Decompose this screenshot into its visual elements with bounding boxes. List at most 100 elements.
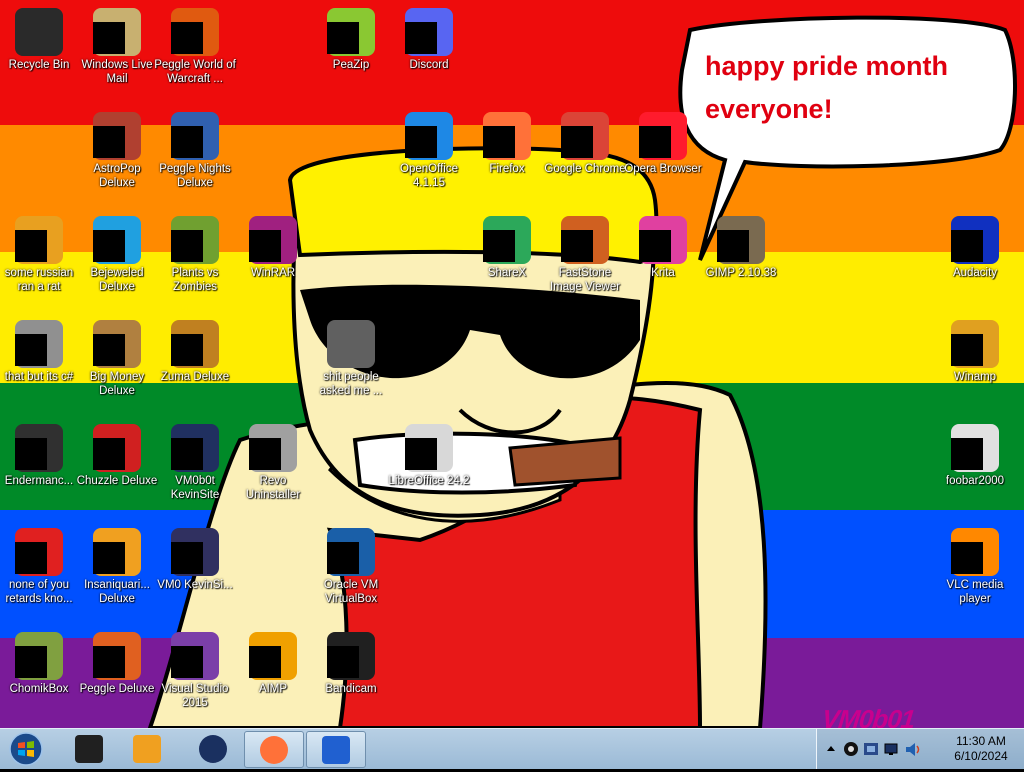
desktop-icon[interactable]: Revo Uninstaller	[231, 424, 315, 502]
desktop-icon[interactable]: Peggle Deluxe	[75, 632, 159, 696]
redaction-box	[951, 438, 983, 470]
redaction-box	[15, 542, 47, 574]
redaction-box	[171, 126, 203, 158]
desktop-icon[interactable]: that but its c#	[0, 320, 81, 384]
windows-start-icon	[9, 732, 43, 766]
revo-icon	[249, 424, 297, 472]
redaction-box	[15, 646, 47, 678]
desktop-icon[interactable]: Windows Live Mail	[75, 8, 159, 86]
tray-disc-icon[interactable]	[843, 741, 859, 757]
desktop-icon[interactable]: Bejeweled Deluxe	[75, 216, 159, 294]
app-icon	[15, 424, 63, 472]
desktop-icon-label: GIMP 2.10.38	[705, 267, 777, 279]
taskbar-button[interactable]	[306, 731, 366, 768]
redaction-box	[93, 126, 125, 158]
desktop-icon[interactable]: Zuma Deluxe	[153, 320, 237, 384]
desktop-icon[interactable]: Chuzzle Deluxe	[75, 424, 159, 488]
desktop-icon[interactable]: Recycle Bin	[0, 8, 81, 72]
desktop-icon[interactable]: Endermanc...	[0, 424, 81, 488]
taskbar-button[interactable]	[60, 731, 118, 766]
desktop-icon[interactable]: ChomikBox	[0, 632, 81, 696]
desktop-icon[interactable]: AstroPop Deluxe	[75, 112, 159, 190]
desktop-icon[interactable]: Krita	[621, 216, 705, 280]
clock[interactable]: 11:30 AM 6/10/2024	[941, 734, 1021, 764]
desktop-icon-label: Google Chrome	[544, 163, 626, 175]
redaction-box	[93, 542, 125, 574]
redaction-box	[951, 542, 983, 574]
start-button[interactable]	[6, 731, 46, 767]
desktop-icon[interactable]: VM0b0t KevinSite	[153, 424, 237, 502]
peggle-deluxe-icon	[93, 632, 141, 680]
desktop-icon-label: AIMP	[258, 683, 288, 695]
redaction-box	[327, 22, 359, 54]
desktop-icon[interactable]: WinRAR	[231, 216, 315, 280]
sharex-icon	[483, 216, 531, 264]
speech-bubble-line2: everyone!	[705, 94, 833, 124]
desktop-icon-label: Plants vs Zombies	[171, 267, 219, 293]
desktop-icon-label: Visual Studio 2015	[161, 683, 229, 709]
desktop-icon[interactable]: Visual Studio 2015	[153, 632, 237, 710]
network-icon[interactable]	[883, 741, 899, 757]
redaction-box	[405, 438, 437, 470]
clock-time: 11:30 AM	[956, 734, 1006, 748]
desktop-icon[interactable]: Oracle VM VirtualBox	[309, 528, 393, 606]
desktop-icon[interactable]: none of you retards kno...	[0, 528, 81, 606]
desktop-icon[interactable]: foobar2000	[933, 424, 1017, 488]
speech-bubble-line1: happy pride month	[705, 51, 948, 81]
taskbar-button[interactable]	[118, 731, 176, 766]
desktop-icon[interactable]: OpenOffice 4.1.15	[387, 112, 471, 190]
audacity-icon	[951, 216, 999, 264]
desktop-icon[interactable]: ShareX	[465, 216, 549, 280]
desktop-icon[interactable]: Bandicam	[309, 632, 393, 696]
desktop-icon-label: Peggle Nights Deluxe	[159, 163, 231, 189]
desktop-icon[interactable]: Audacity	[933, 216, 1017, 280]
desktop-icon[interactable]: VM0 KevinSi...	[153, 528, 237, 592]
redaction-box	[561, 126, 593, 158]
desktop-icon[interactable]: VLC media player	[933, 528, 1017, 606]
desktop-icon[interactable]: some russian ran a rat	[0, 216, 81, 294]
desktop-icon[interactable]: Google Chrome	[543, 112, 627, 176]
desktop-icon[interactable]: Insaniquari... Deluxe	[75, 528, 159, 606]
desktop-icon[interactable]: LibreOffice 24.2	[387, 424, 471, 488]
taskbar-button[interactable]	[244, 731, 304, 768]
desktop-icon[interactable]: Peggle World of Warcraft ...	[153, 8, 237, 86]
desktop-icon[interactable]: Winamp	[933, 320, 1017, 384]
app-icon	[322, 735, 350, 764]
redaction-box	[171, 542, 203, 574]
desktop-icon[interactable]: Plants vs Zombies	[153, 216, 237, 294]
desktop-icon[interactable]: Peggle Nights Deluxe	[153, 112, 237, 190]
mail-icon	[93, 8, 141, 56]
desktop-wallpaper: happy pride month everyone! VM0b01 Recyc…	[0, 0, 1024, 728]
volume-icon[interactable]	[905, 741, 921, 757]
tray-app-icon[interactable]	[863, 741, 879, 757]
redaction-box	[405, 126, 437, 158]
desktop-icon[interactable]: Discord	[387, 8, 471, 72]
desktop-icon-label: AstroPop Deluxe	[93, 163, 141, 189]
desktop-icon-label: ShareX	[487, 267, 527, 279]
desktop-icon[interactable]: Opera Browser	[621, 112, 705, 176]
desktop-icon[interactable]: FastStone Image Viewer	[543, 216, 627, 294]
cigar	[508, 436, 622, 487]
visual-studio-icon	[171, 632, 219, 680]
desktop-icon-label: Discord	[409, 59, 449, 71]
redaction-box	[15, 230, 47, 262]
desktop-icon[interactable]: Firefox	[465, 112, 549, 176]
desktop-icon-label: Recycle Bin	[8, 59, 70, 71]
redaction-box	[93, 334, 125, 366]
winrar-icon	[249, 216, 297, 264]
desktop-icon-label: Peggle Deluxe	[79, 683, 155, 695]
discord-icon	[405, 8, 453, 56]
desktop-icon-label: none of you retards kno...	[5, 579, 73, 605]
desktop-icon[interactable]: PeaZip	[309, 8, 393, 72]
desktop-icon[interactable]: GIMP 2.10.38	[699, 216, 783, 280]
redaction-box	[483, 126, 515, 158]
desktop-icon[interactable]: Big Money Deluxe	[75, 320, 159, 398]
virtualbox-icon	[327, 528, 375, 576]
desktop-icon[interactable]: shit people asked me ...	[309, 320, 393, 398]
redaction-box	[171, 230, 203, 262]
taskbar-button[interactable]	[184, 731, 242, 766]
desktop-icon[interactable]: AIMP	[231, 632, 315, 696]
taskbar: 11:30 AM 6/10/2024	[0, 728, 1024, 769]
show-hidden-icons-arrow-icon[interactable]	[823, 741, 839, 757]
chrome-icon	[561, 112, 609, 160]
